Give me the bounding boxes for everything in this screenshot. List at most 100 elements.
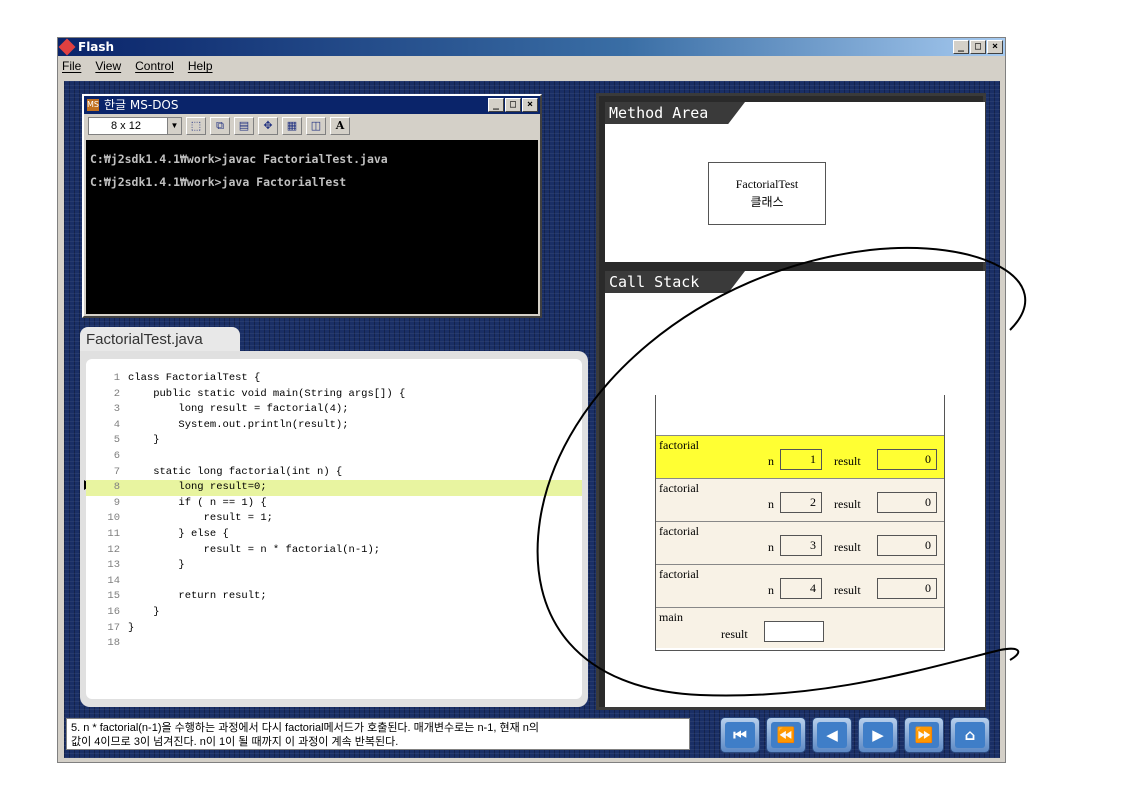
code-line: 2 public static void main(String args[])… — [86, 387, 582, 403]
line-number: 9 — [113, 496, 120, 509]
flash-stage: MS 한글 MS-DOS _ □ × 8 x 12 ▼ ⬚ ⧉ ▤ ✥ ▦ ◫ — [64, 81, 1000, 758]
code-text: } — [128, 434, 160, 447]
line-number: 10 — [107, 512, 120, 525]
code-text: public static void main(String args[]) { — [128, 387, 406, 400]
flash-app-icon — [58, 38, 76, 56]
main-frame: main result — [656, 607, 944, 648]
frame-method-name: factorial — [659, 567, 699, 581]
dos-titlebar[interactable]: MS 한글 MS-DOS _ □ × — [84, 96, 540, 114]
code-file-tab[interactable]: FactorialTest.java — [80, 327, 240, 353]
copy-icon[interactable]: ⧉ — [210, 117, 230, 135]
msdos-icon: MS — [87, 99, 99, 111]
dos-minimize-button[interactable]: _ — [488, 98, 504, 112]
param-n-label: n — [768, 583, 774, 597]
result-label: result — [834, 454, 861, 468]
code-line: 10 result = 1; — [86, 511, 582, 527]
maximize-button[interactable]: □ — [970, 40, 986, 54]
menu-help[interactable]: Help — [188, 59, 213, 73]
code-line: 13 } — [86, 558, 582, 574]
dos-console[interactable]: C:₩j2sdk1.4.1₩work>javac FactorialTest.j… — [86, 140, 538, 314]
code-text: result = 1; — [128, 512, 273, 525]
line-number: 18 — [107, 637, 120, 650]
flash-window: Flash _ □ × File View Control Help MS 한글… — [57, 37, 1006, 763]
frame-method-name: factorial — [659, 438, 699, 452]
mark-icon[interactable]: ⬚ — [186, 117, 206, 135]
result-label: result — [834, 540, 861, 554]
first-button[interactable]: ⏮ — [720, 717, 760, 753]
call-stack-panel: Call Stack factorial n 1 result 0 factorial n 2… — [605, 271, 985, 707]
nav-buttons: ⏮ ⏪ ◀ ▶ ⏩ ⌂ — [720, 717, 990, 753]
param-n-value: 4 — [780, 578, 822, 599]
menu-bar: File View Control Help — [58, 56, 1005, 76]
dos-maximize-button[interactable]: □ — [505, 98, 521, 112]
result-value: 0 — [877, 492, 937, 513]
rewind-icon: ⏪ — [771, 722, 801, 748]
code-text: long result=0; — [128, 481, 267, 494]
class-name: FactorialTest — [735, 177, 799, 191]
font-size-select[interactable]: 8 x 12 ▼ — [88, 117, 182, 135]
result-value: 0 — [877, 449, 937, 470]
code-text: if ( n == 1) { — [128, 496, 267, 509]
dos-title: 한글 MS-DOS — [104, 98, 179, 112]
code-line: 18 — [86, 636, 582, 652]
next-button[interactable]: ▶ — [858, 717, 898, 753]
code-line: 17} — [86, 621, 582, 637]
forward-button[interactable]: ⏩ — [904, 717, 944, 753]
method-area-label: Method Area — [605, 102, 745, 124]
home-button[interactable]: ⌂ — [950, 717, 990, 753]
result-label: result — [834, 497, 861, 511]
minimize-button[interactable]: _ — [953, 40, 969, 54]
description-line-2: 값이 4이므로 3이 넘겨진다. n이 1이 될 때까지 이 과정이 계속 반복… — [71, 736, 399, 748]
prev-icon: ◀ — [817, 722, 847, 748]
code-text: } — [128, 621, 135, 634]
code-line: 12 result = n * factorial(n-1); — [86, 543, 582, 559]
next-icon: ▶ — [863, 722, 893, 748]
line-number: 3 — [113, 403, 120, 416]
code-line: 16 } — [86, 605, 582, 621]
result-label: result — [834, 583, 861, 597]
param-n-value: 2 — [780, 492, 822, 513]
dos-close-button[interactable]: × — [522, 98, 538, 112]
menu-view[interactable]: View — [95, 59, 121, 73]
line-number: 8 — [113, 481, 120, 494]
code-text: return result; — [128, 590, 267, 603]
description-box: 5. n * factorial(n-1)을 수행하는 과정에서 다시 fact… — [66, 718, 690, 750]
code-text: } else { — [128, 528, 229, 540]
stack-frame: factorial n 2 result 0 — [656, 478, 944, 521]
code-line: 6 — [86, 449, 582, 465]
line-number: 5 — [113, 434, 120, 447]
menu-file[interactable]: File — [62, 59, 81, 73]
line-number: 16 — [107, 606, 120, 618]
window-controls: _ □ × — [953, 40, 1003, 54]
call-stack-label: Call Stack — [605, 271, 745, 293]
line-number: 13 — [107, 559, 120, 572]
code-text: result = n * factorial(n-1); — [128, 543, 381, 556]
console-line: C:₩j2sdk1.4.1₩work>java FactorialTest — [90, 175, 347, 189]
param-n-value: 3 — [780, 535, 822, 556]
code-text: } — [128, 606, 160, 618]
rewind-button[interactable]: ⏪ — [766, 717, 806, 753]
line-number: 14 — [107, 574, 120, 587]
result-label: result — [721, 627, 748, 641]
stack-frame: factorial n 4 result 0 — [656, 564, 944, 607]
class-suffix: 클래스 — [750, 195, 784, 209]
dos-window: MS 한글 MS-DOS _ □ × 8 x 12 ▼ ⬚ ⧉ ▤ ✥ ▦ ◫ — [82, 94, 542, 318]
code-view: 1 class FactorialTest {2 public static vo… — [84, 359, 582, 699]
stack-container: factorial n 1 result 0 factorial n 2 result 0 fact… — [655, 395, 945, 651]
home-icon: ⌂ — [955, 722, 985, 748]
code-text: } — [128, 559, 185, 572]
background-icon[interactable]: ◫ — [306, 117, 326, 135]
fullscreen-icon[interactable]: ✥ — [258, 117, 278, 135]
code-line: 14 — [86, 574, 582, 590]
code-text: long result = factorial(4); — [128, 403, 349, 416]
prev-button[interactable]: ◀ — [812, 717, 852, 753]
result-value — [764, 621, 824, 642]
window-titlebar[interactable]: Flash _ □ × — [58, 38, 1005, 56]
line-number: 15 — [107, 590, 120, 603]
close-button[interactable]: × — [987, 40, 1003, 54]
font-icon[interactable]: A — [330, 117, 350, 135]
console-line: C:₩j2sdk1.4.1₩work>javac FactorialTest.j… — [90, 152, 388, 166]
paste-icon[interactable]: ▤ — [234, 117, 254, 135]
menu-control[interactable]: Control — [135, 59, 174, 73]
properties-icon[interactable]: ▦ — [282, 117, 302, 135]
